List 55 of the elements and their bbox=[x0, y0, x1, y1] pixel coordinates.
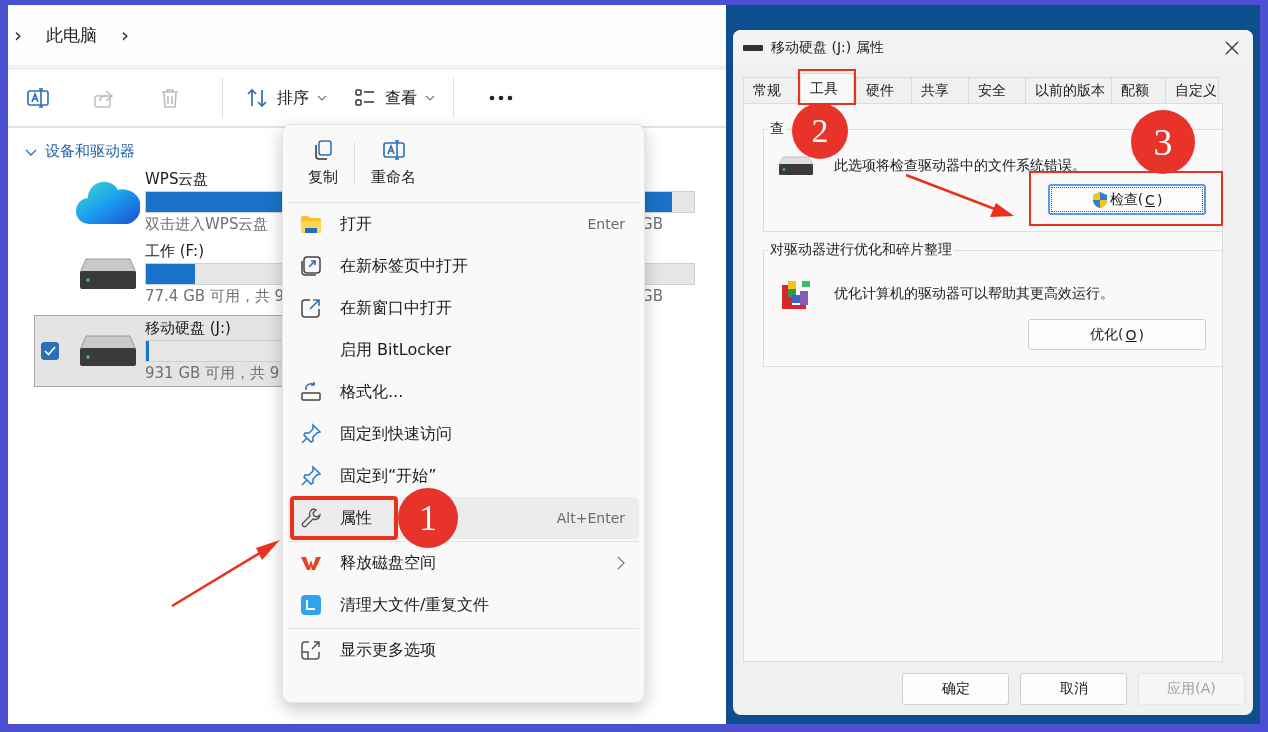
drive-icon bbox=[78, 334, 138, 368]
view-button[interactable]: 查看 bbox=[345, 86, 443, 110]
drive-icon bbox=[78, 257, 138, 291]
new-window-icon bbox=[300, 297, 322, 319]
chevron-icon[interactable]: › bbox=[14, 23, 22, 47]
shortcut-text: Enter bbox=[587, 216, 625, 232]
copy-button[interactable]: 复制 bbox=[300, 138, 346, 187]
tab[interactable]: 工具 bbox=[800, 73, 854, 103]
window-title: 移动硬盘 (J:) 属性 bbox=[771, 38, 885, 57]
pin-icon bbox=[300, 465, 322, 487]
format-icon bbox=[300, 381, 322, 403]
checkbox[interactable] bbox=[41, 342, 59, 360]
drive-name: 移动硬盘 (J:) bbox=[145, 319, 231, 338]
drive-icon bbox=[778, 156, 814, 176]
sort-button[interactable]: 排序 bbox=[237, 86, 335, 110]
drive-caption: 931 GB 可用，共 9 bbox=[145, 364, 280, 383]
pin-icon bbox=[300, 423, 322, 445]
more-options-icon bbox=[300, 639, 322, 661]
w-logo-icon bbox=[300, 554, 322, 572]
rename-icon bbox=[381, 138, 406, 162]
folder-icon bbox=[300, 214, 322, 234]
dialog-button[interactable]: 取消 bbox=[1020, 673, 1127, 705]
drive-name: 工作 (F:) bbox=[145, 242, 204, 261]
new-tab-icon bbox=[300, 255, 322, 277]
tab[interactable]: 常规 bbox=[743, 77, 799, 103]
cleaner-icon bbox=[300, 594, 322, 616]
section-heading[interactable]: 设备和驱动器 bbox=[45, 142, 135, 161]
dialog-button[interactable]: 确定 bbox=[902, 673, 1009, 705]
rename-button[interactable]: 重命名 bbox=[363, 138, 424, 187]
menu-item[interactable]: 清理大文件/重复文件 bbox=[290, 583, 516, 627]
caret-icon bbox=[425, 95, 435, 101]
menu-item[interactable]: 打开 bbox=[290, 202, 398, 246]
rename-icon[interactable] bbox=[26, 86, 50, 110]
menu-item[interactable]: 属性 bbox=[290, 496, 398, 540]
group-title: 对驱动器进行优化和碎片整理 bbox=[768, 241, 954, 259]
action-button[interactable]: 优化(O) bbox=[1028, 319, 1206, 350]
action-button[interactable]: 检查(C) bbox=[1048, 184, 1206, 215]
drive-name: WPS云盘 bbox=[145, 170, 209, 189]
caret-icon bbox=[317, 95, 327, 101]
sort-icon bbox=[245, 86, 269, 110]
menu-item[interactable]: 显示更多选项 bbox=[290, 628, 462, 672]
close-icon[interactable] bbox=[1225, 40, 1239, 55]
chevron-icon[interactable]: › bbox=[121, 23, 129, 47]
description-text: 优化计算机的驱动器可以帮助其更高效运行。 bbox=[834, 285, 1114, 303]
shortcut-text: Alt+Enter bbox=[556, 510, 625, 526]
wrench-icon bbox=[300, 507, 322, 529]
tab[interactable]: 硬件 bbox=[856, 77, 912, 103]
tab[interactable]: 自定义 bbox=[1165, 77, 1219, 103]
drive-caption: 双击进入WPS云盘 bbox=[145, 215, 269, 234]
menu-item[interactable]: 在新标签页中打开 bbox=[290, 244, 494, 288]
menu-item[interactable]: 固定到快速访问 bbox=[290, 412, 478, 456]
more-icon[interactable] bbox=[488, 94, 514, 102]
check-icon bbox=[44, 346, 56, 356]
drive-icon bbox=[743, 43, 763, 52]
breadcrumb-item[interactable]: 此电脑 bbox=[46, 23, 97, 47]
